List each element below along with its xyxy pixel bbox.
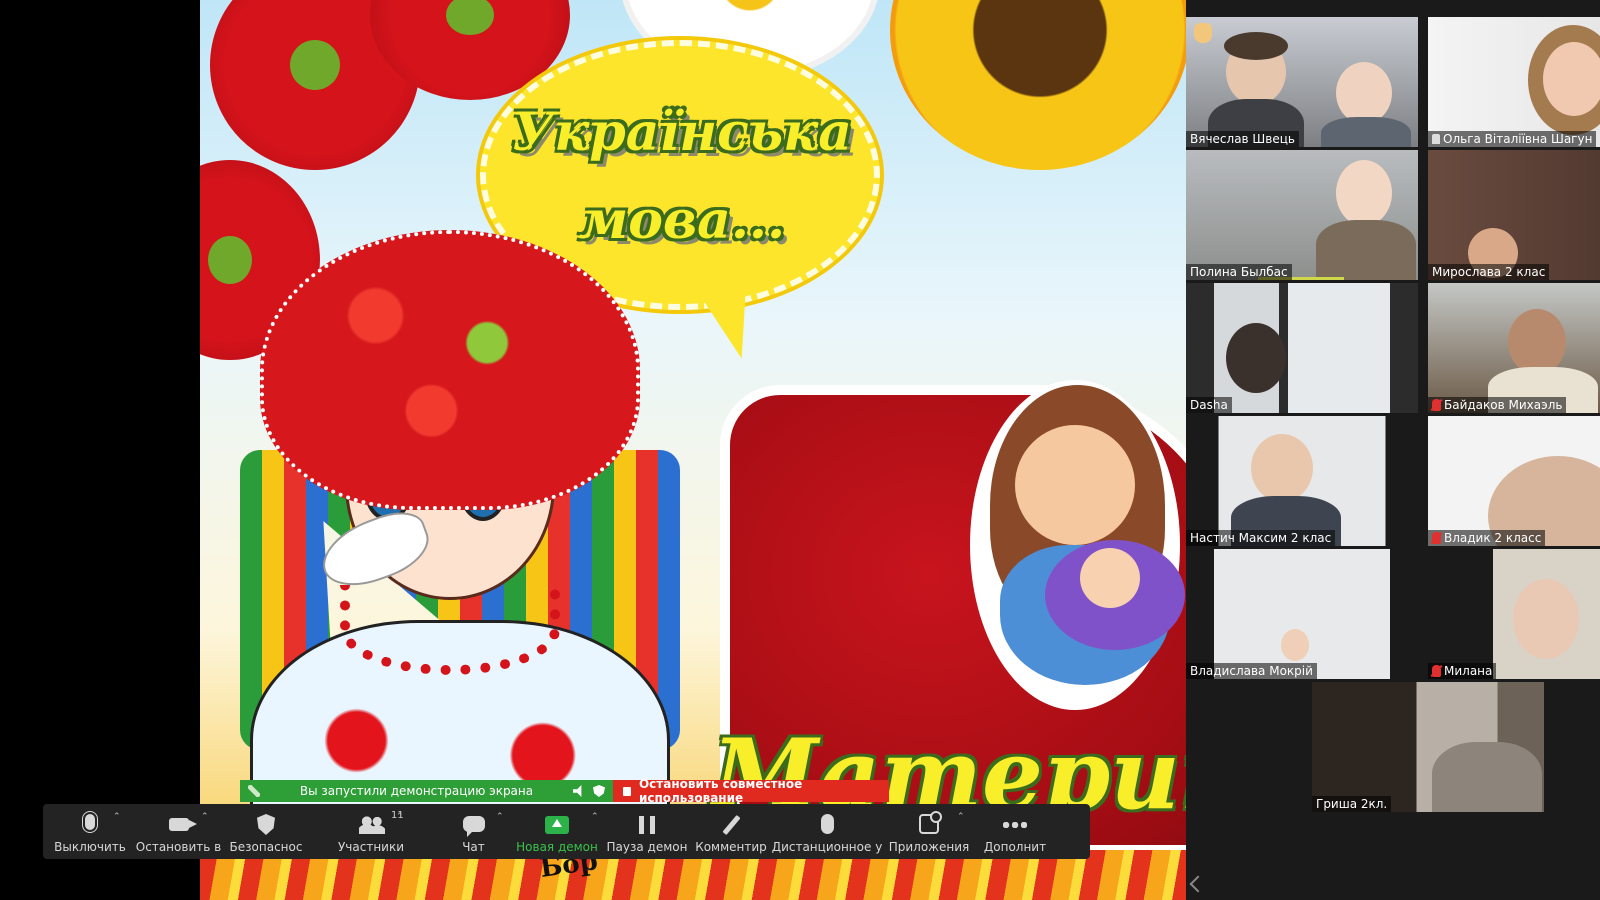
participant-tile[interactable]: Владик 2 класс [1428, 416, 1600, 546]
participant-name: Полина Былбас [1186, 264, 1292, 280]
participant-tile[interactable]: Вячеслав Швець [1186, 17, 1418, 147]
shared-screen-slide: Українська мова... Материн Бор [200, 0, 1186, 900]
stop-video-button[interactable]: ⌃ Остановить в [131, 804, 226, 859]
mother-face [1015, 425, 1135, 545]
chat-bubble-icon [462, 814, 486, 837]
participant-tile[interactable]: Владислава Мокрій [1186, 549, 1418, 679]
encryption-shield-icon[interactable] [593, 785, 605, 797]
participant-tile[interactable]: Настич Максим 2 клас [1186, 416, 1418, 546]
speaker-icon[interactable] [573, 785, 582, 797]
chevron-up-icon[interactable]: ⌃ [957, 812, 965, 822]
more-dots-icon [1003, 814, 1027, 836]
mouse-icon [815, 814, 839, 836]
flower-wreath [260, 230, 640, 510]
participant-name: Гриша 2кл. [1312, 796, 1392, 812]
participant-name: Байдаков Михаэль [1428, 397, 1567, 413]
muted-mic-icon [1432, 399, 1441, 411]
gallery-resize-handle[interactable] [1189, 875, 1207, 893]
participant-gallery[interactable]: Вячеслав Швець Ольга Віталіївна Шагун По… [1186, 0, 1600, 900]
new-share-button[interactable]: ⌃ Новая демон [511, 804, 603, 859]
coral-beads [340, 585, 560, 675]
video-camera-icon [167, 814, 197, 836]
zoom-meeting-window: Українська мова... Материн Бор [0, 0, 1600, 900]
muted-mic-icon [1432, 665, 1441, 677]
share-screen-arrow-icon [545, 814, 569, 836]
chevron-up-icon[interactable]: ⌃ [496, 812, 504, 822]
participant-name: Ольга Віталіївна Шагун [1428, 131, 1597, 147]
chat-button[interactable]: ⌃ Чат [436, 804, 511, 859]
participant-name: Dasha [1186, 397, 1232, 413]
participant-tile[interactable]: Байдаков Михаэль [1428, 283, 1600, 413]
participant-name: Милана [1428, 663, 1497, 679]
security-button[interactable]: Безопаснос [226, 804, 306, 859]
participant-name: Вячеслав Швець [1186, 131, 1299, 147]
stop-share-label: Остановить совместное использование [638, 777, 803, 805]
meeting-toolbar: ⌃ Выключить ⌃ Остановить в Безопаснос 11… [43, 804, 1090, 859]
participants-button[interactable]: 11 ⌃ Участники [306, 804, 436, 859]
participant-tile[interactable]: Dasha [1186, 283, 1418, 413]
pencil-icon [719, 814, 743, 836]
chevron-up-icon[interactable]: ⌃ [201, 812, 209, 822]
annotate-button[interactable]: Комментир [691, 804, 771, 859]
slide-title-line-1: Українська [512, 102, 852, 163]
baby-face [1080, 548, 1140, 608]
pause-icon [635, 814, 659, 836]
more-button[interactable]: Дополнит [975, 804, 1055, 859]
phone-icon [248, 785, 260, 797]
muted-mic-icon [1432, 532, 1441, 544]
pause-share-button[interactable]: Пауза демон [603, 804, 691, 859]
chevron-up-icon[interactable]: ⌃ [113, 812, 121, 822]
sunflower-illustration [890, 0, 1186, 170]
participant-tile[interactable]: Полина Былбас [1186, 150, 1418, 280]
people-icon: 11 [359, 810, 404, 836]
chevron-up-icon[interactable]: ⌃ [591, 812, 599, 822]
participant-tile[interactable]: Милана [1428, 549, 1600, 679]
participant-tile-active-speaker[interactable]: Ольга Віталіївна Шагун [1428, 17, 1600, 147]
remote-control-button[interactable]: Дистанционное у [771, 804, 883, 859]
stop-square-icon [623, 786, 631, 796]
apps-icon [917, 811, 942, 836]
pin-icon [1432, 134, 1440, 144]
chevron-up-icon[interactable]: ⌃ [396, 812, 404, 822]
share-status-text: Вы запустили демонстрацию экрана [299, 784, 534, 798]
apps-button[interactable]: ⌃ Приложения [883, 804, 975, 859]
screen-share-status-bar: Вы запустили демонстрацию экрана [240, 780, 613, 802]
microphone-icon [78, 814, 102, 836]
participant-tile[interactable]: Мирослава 2 клас [1428, 150, 1600, 280]
mute-button[interactable]: ⌃ Выключить [49, 804, 131, 859]
participant-name: Мирослава 2 клас [1428, 264, 1550, 280]
raised-hand-icon [1194, 23, 1212, 43]
participant-name: Владик 2 класс [1428, 530, 1546, 546]
participant-name: Настич Максим 2 клас [1186, 530, 1336, 546]
stop-share-button[interactable]: Остановить совместное использование [613, 777, 889, 805]
participant-name: Владислава Мокрій [1186, 663, 1317, 679]
security-shield-icon [254, 814, 278, 836]
participant-tile[interactable]: Гриша 2кл. [1312, 682, 1544, 812]
